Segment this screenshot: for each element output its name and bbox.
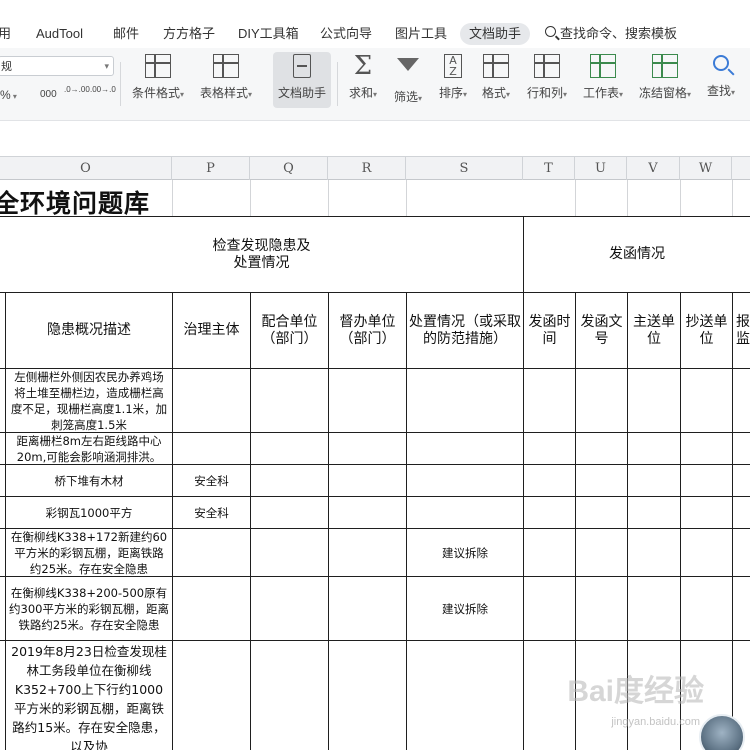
filter-icon	[397, 58, 419, 71]
cell-description[interactable]: 在衡柳线K338+200-500原有约300平方米的彩钢瓦棚，距离铁路约25米。…	[6, 577, 172, 640]
cell-measures[interactable]: 建议拆除	[407, 577, 523, 640]
ribbon-toolbar: 规 ▾ % ▾ 000 .0→.00 .00→.0 条件格式▾ 表格样式▾ 文档…	[0, 48, 750, 120]
tab-doc-assistant[interactable]: 文档助手	[460, 23, 531, 45]
toolbar-divider	[120, 62, 121, 106]
header-doc-no[interactable]: 发函文 号	[576, 293, 627, 368]
sort-icon: AZ	[444, 54, 462, 78]
header-main-recipient[interactable]: 主送单 位	[628, 293, 680, 368]
avatar	[699, 714, 745, 750]
header-send-time[interactable]: 发函时 间	[524, 293, 575, 368]
header-coop-unit[interactable]: 配合单位 （部门）	[251, 293, 328, 368]
thousands-separator-button[interactable]: 000	[40, 84, 57, 106]
header-report[interactable]: 报 监	[733, 293, 750, 368]
worksheet-button[interactable]: 工作表▾	[578, 52, 628, 108]
rows-cols-icon	[534, 54, 560, 78]
table-style-button[interactable]: 表格样式▾	[195, 52, 257, 108]
cell-owner[interactable]: 安全科	[173, 497, 250, 528]
watermark-logo: Bai度经验	[567, 675, 704, 708]
cell-description[interactable]: 桥下堆有木材	[6, 465, 172, 496]
column-header-o[interactable]: O	[0, 157, 172, 180]
doc-assistant-icon	[293, 54, 311, 78]
column-header-w[interactable]: W	[680, 157, 732, 180]
filter-button[interactable]: 筛选▾	[388, 52, 428, 108]
cell-description[interactable]: 距离栅栏8m左右距线路中心20m,可能会影响涵洞排洪。	[6, 433, 172, 464]
group-header-inspection[interactable]: 检查发现隐患及 处置情况	[0, 217, 523, 292]
number-format-select[interactable]: 规 ▾	[0, 56, 114, 76]
doc-assistant-button[interactable]: 文档助手	[273, 52, 331, 108]
tab-formula-wizard[interactable]: 公式向导	[320, 22, 372, 46]
column-header-bar: O P Q R S T U V W	[0, 156, 750, 180]
column-header-s[interactable]: S	[406, 157, 523, 180]
format-button[interactable]: 格式▾	[476, 52, 516, 108]
find-icon	[713, 55, 729, 71]
ribbon-tab-bar: 用 AudTool 邮件 方方格子 DIY工具箱 公式向导 图片工具 文档助手 …	[0, 0, 750, 48]
freeze-panes-button[interactable]: 冻结窗格▾	[634, 52, 696, 108]
cell-owner[interactable]: 安全科	[173, 465, 250, 496]
watermark-url: jingyan.baidu.com	[611, 716, 700, 728]
toolbar-divider	[337, 62, 338, 106]
command-search[interactable]: 查找命令、搜索模板	[545, 22, 677, 46]
tab-picture-tools[interactable]: 图片工具	[395, 22, 447, 46]
tab-fangfang-gezi[interactable]: 方方格子	[163, 22, 215, 46]
column-header-q[interactable]: Q	[250, 157, 328, 180]
header-supervise-unit[interactable]: 督办单位 （部门）	[329, 293, 406, 368]
tab-partial[interactable]: 用	[0, 22, 11, 46]
command-search-label: 查找命令、搜索模板	[560, 26, 678, 41]
formula-bar-area	[0, 120, 750, 157]
tab-diy-toolbox[interactable]: DIY工具箱	[238, 22, 299, 46]
header-cc-recipient[interactable]: 抄送单 位	[681, 293, 732, 368]
cell-measures[interactable]: 建议拆除	[407, 529, 523, 576]
header-owner[interactable]: 治理主体	[173, 293, 250, 368]
number-format-value: 规	[1, 60, 12, 73]
conditional-format-icon	[145, 54, 171, 78]
sigma-icon: Σ	[353, 51, 373, 81]
header-measures[interactable]: 处置情况（或采取 的防范措施）	[407, 293, 523, 368]
cell-description[interactable]: 2019年8月23日检查发现桂林工务段单位在衡柳线K352+700上下行约100…	[6, 641, 172, 750]
column-header-t[interactable]: T	[523, 157, 575, 180]
header-description[interactable]: 隐患概况描述	[6, 293, 172, 368]
spreadsheet-grid[interactable]: 全环境问题库 检查发现隐患及 处置情况 发函情况 隐患概况描述 治理主体 配合单…	[0, 180, 750, 750]
column-header-v[interactable]: V	[627, 157, 680, 180]
cell-description[interactable]: 在衡柳线K338+172新建约60平方米的彩钢瓦棚，距离铁路约25米。存在安全隐…	[6, 529, 172, 576]
column-header-u[interactable]: U	[575, 157, 627, 180]
worksheet-icon	[590, 54, 616, 78]
increase-decimal-button[interactable]: .0→.00	[64, 85, 90, 107]
cell-description[interactable]: 左侧栅栏外侧因农民办养鸡场将土堆至栅栏边，造成栅栏高度不足，现栅栏高度1.1米，…	[6, 369, 172, 432]
decrease-decimal-button[interactable]: .00→.0	[90, 85, 116, 107]
column-header-r[interactable]: R	[328, 157, 406, 180]
sort-button[interactable]: AZ 排序▾	[433, 52, 473, 108]
sum-button[interactable]: Σ 求和▾	[343, 52, 383, 108]
conditional-format-button[interactable]: 条件格式▾	[127, 52, 189, 108]
cell-description[interactable]: 彩钢瓦1000平方	[6, 497, 172, 528]
table-style-icon	[213, 54, 239, 78]
chevron-down-icon: ▾	[104, 62, 109, 72]
freeze-panes-icon	[652, 54, 678, 78]
rows-cols-button[interactable]: 行和列▾	[522, 52, 572, 108]
percent-style-button[interactable]: % ▾	[0, 84, 17, 106]
sheet-title[interactable]: 全环境问题库	[0, 184, 150, 220]
search-icon	[545, 26, 556, 37]
group-header-letter[interactable]: 发函情况	[524, 217, 750, 292]
find-button[interactable]: 查找▾	[701, 52, 741, 108]
tab-audtool[interactable]: AudTool	[36, 22, 83, 46]
tab-mail[interactable]: 邮件	[113, 22, 139, 46]
format-icon	[483, 54, 509, 78]
column-header-p[interactable]: P	[172, 157, 250, 180]
